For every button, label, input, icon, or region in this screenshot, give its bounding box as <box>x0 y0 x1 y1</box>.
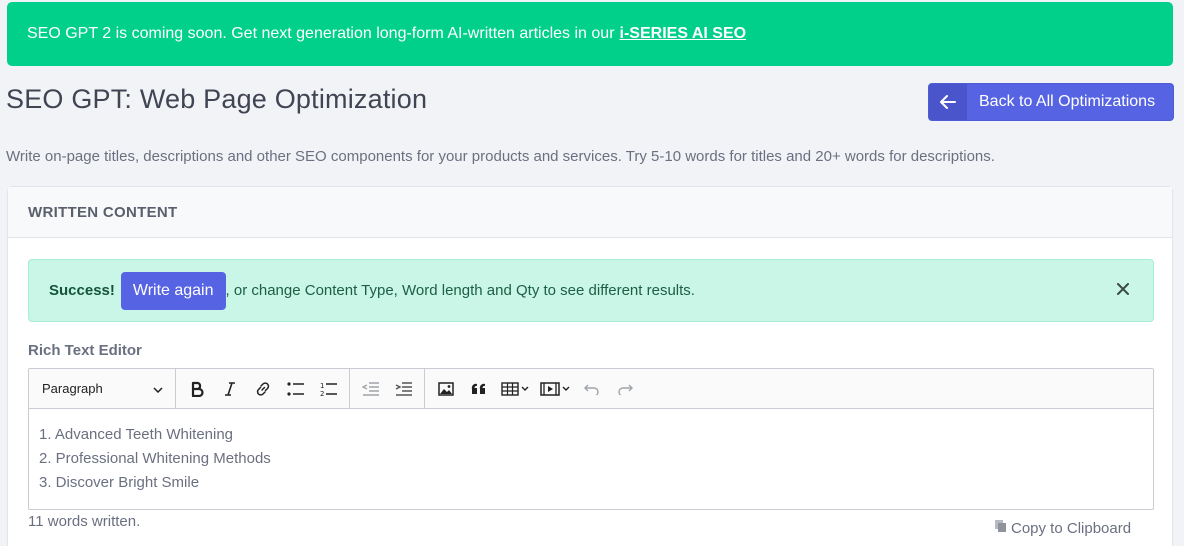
editor-label: Rich Text Editor <box>28 342 142 359</box>
numbered-list-icon[interactable]: 12 <box>312 374 345 404</box>
italic-icon[interactable] <box>213 374 246 404</box>
link-icon[interactable] <box>246 374 279 404</box>
arrow-left-icon <box>929 84 967 120</box>
copy-to-clipboard-button[interactable]: Copy to Clipboard <box>994 519 1131 537</box>
redo-icon[interactable] <box>608 374 641 404</box>
page-title: SEO GPT: Web Page Optimization <box>6 84 428 114</box>
iseries-link[interactable]: i-SERIES AI SEO <box>620 25 747 43</box>
close-icon[interactable] <box>1113 278 1133 300</box>
image-icon[interactable] <box>429 374 462 404</box>
written-content-card: WRITTEN CONTENT Success! Write again , o… <box>7 186 1173 546</box>
editor-line: 2. Professional Whitening Methods <box>39 450 271 467</box>
bulleted-list-icon[interactable] <box>279 374 312 404</box>
format-group: 12 <box>176 369 350 408</box>
outdent-icon[interactable] <box>354 374 387 404</box>
svg-text:2: 2 <box>320 390 324 397</box>
card-title: WRITTEN CONTENT <box>8 187 1172 238</box>
success-alert: Success! Write again , or change Content… <box>28 259 1154 322</box>
announcement-banner: SEO GPT 2 is coming soon. Get next gener… <box>7 2 1173 66</box>
rich-text-editor: Paragraph 12 1. Advanced Teeth Whitening… <box>28 368 1154 510</box>
indent-group <box>350 369 425 408</box>
write-again-button[interactable]: Write again <box>120 271 226 310</box>
table-icon[interactable] <box>495 374 535 404</box>
page-description: Write on-page titles, descriptions and o… <box>6 148 995 165</box>
editor-line: 1. Advanced Teeth Whitening <box>39 426 234 443</box>
indent-icon[interactable] <box>387 374 420 404</box>
blockquote-icon[interactable] <box>462 374 495 404</box>
block-format-select[interactable]: Paragraph <box>29 369 176 408</box>
back-button-label: Back to All Optimizations <box>979 93 1156 110</box>
back-to-optimizations-button[interactable]: Back to All Optimizations <box>928 83 1174 121</box>
alert-strong: Success! <box>49 282 115 299</box>
chevron-down-icon <box>153 381 163 396</box>
banner-text: SEO GPT 2 is coming soon. Get next gener… <box>27 25 615 42</box>
editor-line: 3. Discover Bright Smile <box>39 474 200 491</box>
insert-group <box>425 369 645 408</box>
editor-toolbar: Paragraph 12 <box>29 369 1153 409</box>
word-count: 11 words written. <box>28 513 141 530</box>
copy-button-label: Copy to Clipboard <box>1011 519 1132 537</box>
bold-icon[interactable] <box>180 374 213 404</box>
undo-icon[interactable] <box>575 374 608 404</box>
block-format-value: Paragraph <box>42 381 103 396</box>
copy-icon <box>994 519 1007 537</box>
media-embed-icon[interactable] <box>535 374 575 404</box>
editor-content[interactable]: 1. Advanced Teeth Whitening 2. Professio… <box>29 409 1153 509</box>
alert-message: , or change Content Type, Word length an… <box>225 282 695 299</box>
svg-text:1: 1 <box>320 382 324 390</box>
